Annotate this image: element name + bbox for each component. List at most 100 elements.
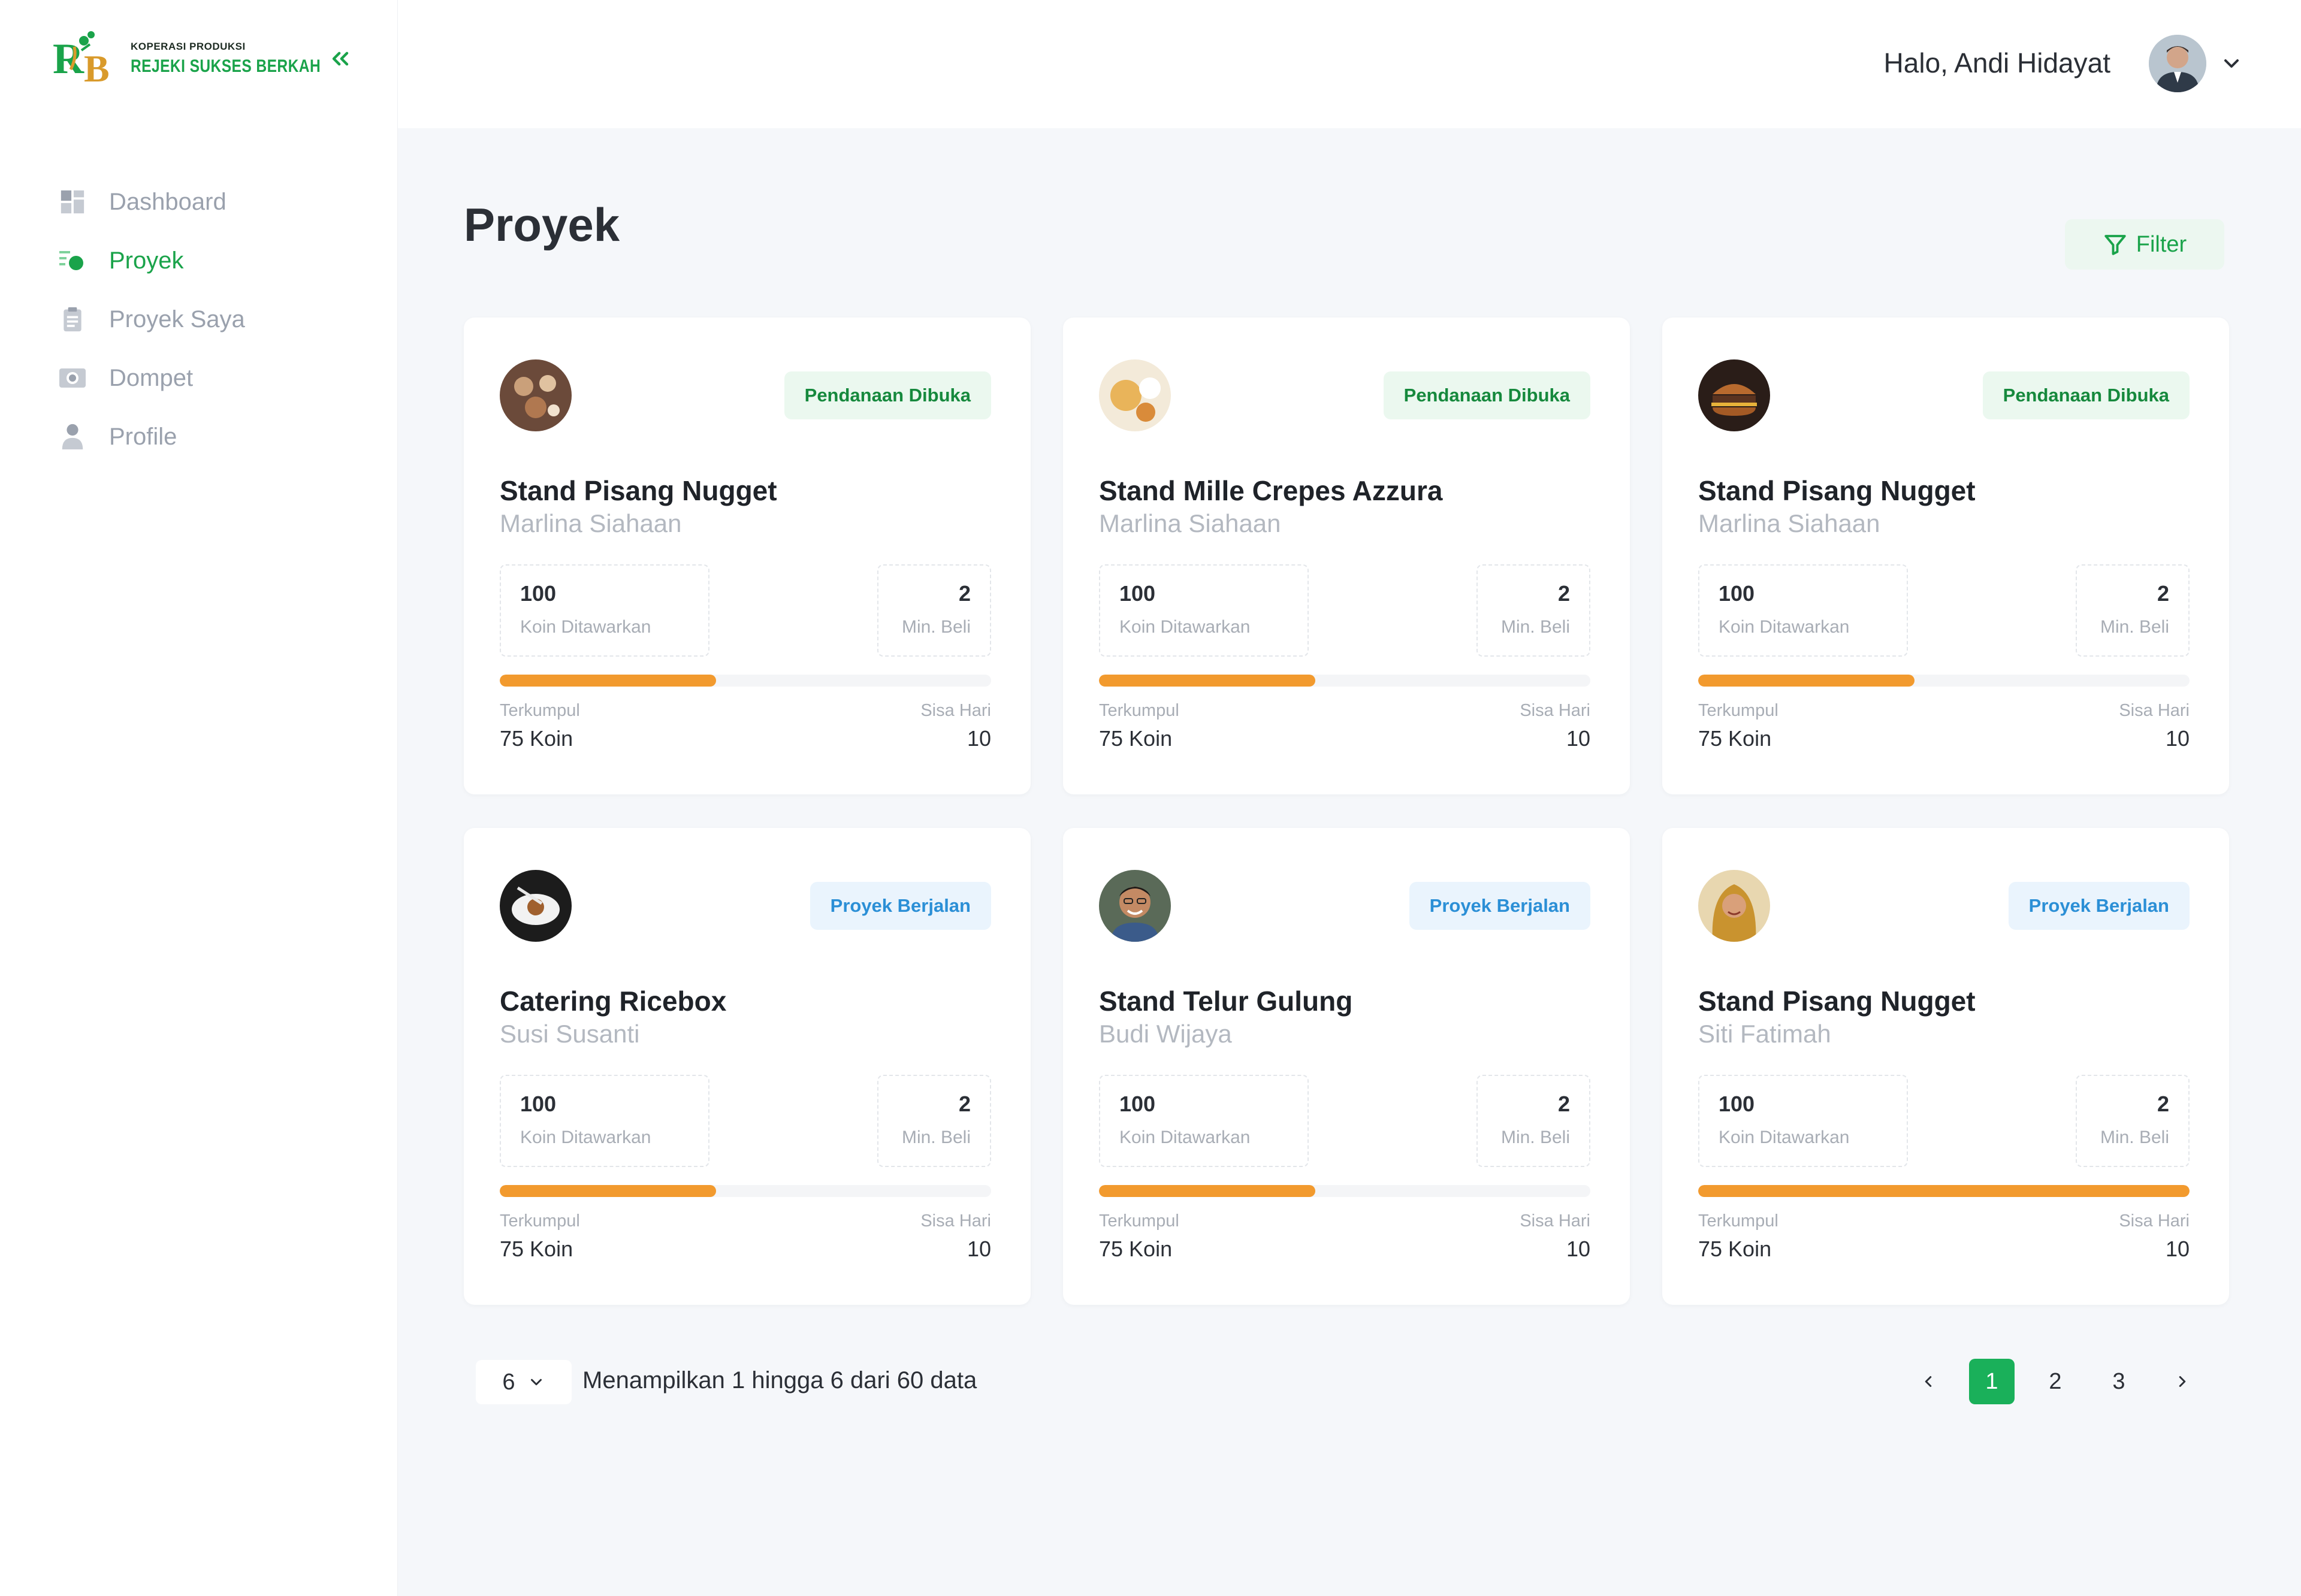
koin-offered-label: Koin Ditawarkan <box>1119 617 1251 637</box>
status-badge: Pendanaan Dibuka <box>1383 371 1590 419</box>
days-left-value: 10 <box>967 726 991 751</box>
min-buy-box: 2 Min. Beli <box>2076 564 2190 657</box>
project-title[interactable]: Stand Telur Gulung <box>1099 985 1352 1017</box>
status-badge: Pendanaan Dibuka <box>1982 371 2190 419</box>
page-size-select[interactable]: 6 <box>476 1360 572 1404</box>
sidebar-item-label: Profile <box>109 423 177 450</box>
koin-offered-value: 100 <box>1119 1092 1156 1116</box>
filter-button[interactable]: Filter <box>2065 219 2224 270</box>
min-buy-box: 2 Min. Beli <box>877 1075 991 1167</box>
user-menu-chevron-icon[interactable] <box>2220 52 2243 75</box>
sidebar-item-profile[interactable]: Profile <box>58 407 369 466</box>
dashboard-icon <box>58 187 87 217</box>
min-buy-value: 2 <box>1557 581 1570 606</box>
min-buy-value: 2 <box>2157 581 2169 606</box>
chevron-right-icon <box>2179 1376 2186 1387</box>
min-buy-box: 2 Min. Beli <box>1476 1075 1590 1167</box>
collected-value: 75 Koin <box>1099 1237 1173 1261</box>
sidebar-item-label: Proyek Saya <box>109 306 245 332</box>
sidebar-item-label: Dompet <box>109 364 194 391</box>
food-avatar <box>500 359 572 431</box>
funding-progress-bar <box>1698 675 2190 687</box>
previous-page-button[interactable] <box>1906 1359 1951 1404</box>
chevron-down-icon <box>530 1379 542 1386</box>
collected-label: Terkumpul <box>500 701 580 720</box>
sidebar-item-proyek[interactable]: Proyek <box>58 231 369 290</box>
next-page-button[interactable] <box>2160 1359 2205 1404</box>
project-card[interactable]: Pendanaan Dibuka Stand Pisang Nugget Mar… <box>1662 318 2229 794</box>
min-buy-box: 2 Min. Beli <box>1476 564 1590 657</box>
user-avatar[interactable] <box>2149 35 2206 92</box>
chevron-left-icon <box>1925 1376 1932 1387</box>
page-button-1[interactable]: 1 <box>1969 1359 2015 1404</box>
collapse-sidebar-button[interactable] <box>324 42 357 75</box>
days-left-value: 10 <box>967 1237 991 1261</box>
pagination: 1 2 3 <box>1906 1359 2223 1404</box>
koin-offered-box: 100 Koin Ditawarkan <box>500 564 709 657</box>
koin-offered-box: 100 Koin Ditawarkan <box>500 1075 709 1167</box>
double-chevron-left-icon <box>332 52 349 66</box>
collected-label: Terkumpul <box>1099 1211 1179 1231</box>
project-owner: Marlina Siahaan <box>1099 509 1281 537</box>
brand-name: REJEKI SUKSES BERKAH <box>131 56 321 76</box>
koin-offered-box: 100 Koin Ditawarkan <box>1099 564 1309 657</box>
sidebar-item-label: Proyek <box>109 247 184 274</box>
user-icon <box>58 422 87 452</box>
funding-progress-fill <box>1099 675 1315 687</box>
svg-text:B: B <box>84 47 110 90</box>
project-title[interactable]: Catering Ricebox <box>500 985 726 1017</box>
page-button-3[interactable]: 3 <box>2096 1359 2142 1404</box>
project-title[interactable]: Stand Mille Crepes Azzura <box>1099 474 1442 507</box>
clipboard-icon <box>58 304 87 334</box>
min-buy-label: Min. Beli <box>2100 1128 2169 1147</box>
koin-offered-value: 100 <box>520 1092 557 1116</box>
project-card[interactable]: Proyek Berjalan Catering Ricebox Susi Su… <box>464 828 1031 1305</box>
sidebar-nav: Dashboard Proyek Proyek Saya Dompet Prof… <box>58 173 369 466</box>
koin-offered-value: 100 <box>1719 581 1755 606</box>
funding-progress-fill <box>1698 675 1915 687</box>
koin-offered-box: 100 Koin Ditawarkan <box>1099 1075 1309 1167</box>
page-button-2[interactable]: 2 <box>2033 1359 2078 1404</box>
days-left-value: 10 <box>1566 1237 1590 1261</box>
funding-progress-bar <box>500 675 991 687</box>
days-left-label: Sisa Hari <box>1520 1211 1590 1231</box>
collected-value: 75 Koin <box>500 1237 573 1261</box>
funding-progress-bar <box>1698 1185 2190 1197</box>
pagination-summary: Menampilkan 1 hingga 6 dari 60 data <box>582 1367 977 1394</box>
plate-avatar <box>500 870 572 942</box>
min-buy-label: Min. Beli <box>1500 1128 1570 1147</box>
project-card[interactable]: Proyek Berjalan Stand Pisang Nugget Siti… <box>1662 828 2229 1305</box>
project-card[interactable]: Pendanaan Dibuka Stand Pisang Nugget Mar… <box>464 318 1031 794</box>
min-buy-box: 2 Min. Beli <box>2076 1075 2190 1167</box>
funding-progress-fill <box>1099 1185 1315 1197</box>
funding-progress-bar <box>1099 1185 1590 1197</box>
project-title[interactable]: Stand Pisang Nugget <box>1698 474 1976 507</box>
brand-logo[interactable]: R B KOPERASI PRODUKSI REJEKI SUKSES BERK… <box>53 25 364 92</box>
crepes-avatar <box>1099 359 1171 431</box>
koin-offered-value: 100 <box>520 581 557 606</box>
days-left-value: 10 <box>1566 726 1590 751</box>
days-left-label: Sisa Hari <box>2119 1211 2190 1231</box>
koin-offered-value: 100 <box>1719 1092 1755 1116</box>
koin-offered-label: Koin Ditawarkan <box>1719 617 1850 637</box>
project-card[interactable]: Pendanaan Dibuka Stand Mille Crepes Azzu… <box>1063 318 1630 794</box>
days-left-label: Sisa Hari <box>1520 701 1590 720</box>
man-avatar <box>1099 870 1171 942</box>
collected-value: 75 Koin <box>1698 726 1772 751</box>
project-owner: Susi Susanti <box>500 1020 640 1048</box>
sidebar-item-dashboard[interactable]: Dashboard <box>58 173 369 231</box>
project-card[interactable]: Proyek Berjalan Stand Telur Gulung Budi … <box>1063 828 1630 1305</box>
project-title[interactable]: Stand Pisang Nugget <box>500 474 777 507</box>
sidebar-item-proyek-saya[interactable]: Proyek Saya <box>58 290 369 349</box>
proyek-icon <box>58 246 87 276</box>
page-title: Proyek <box>464 198 620 251</box>
sidebar-item-dompet[interactable]: Dompet <box>58 349 369 407</box>
project-title[interactable]: Stand Pisang Nugget <box>1698 985 1976 1017</box>
sidebar-item-label: Dashboard <box>109 188 227 215</box>
filter-icon <box>2104 235 2126 255</box>
woman-avatar <box>1698 870 1770 942</box>
min-buy-box: 2 Min. Beli <box>877 564 991 657</box>
min-buy-label: Min. Beli <box>2100 617 2169 637</box>
status-badge: Proyek Berjalan <box>2008 882 2190 930</box>
koin-offered-label: Koin Ditawarkan <box>520 617 651 637</box>
